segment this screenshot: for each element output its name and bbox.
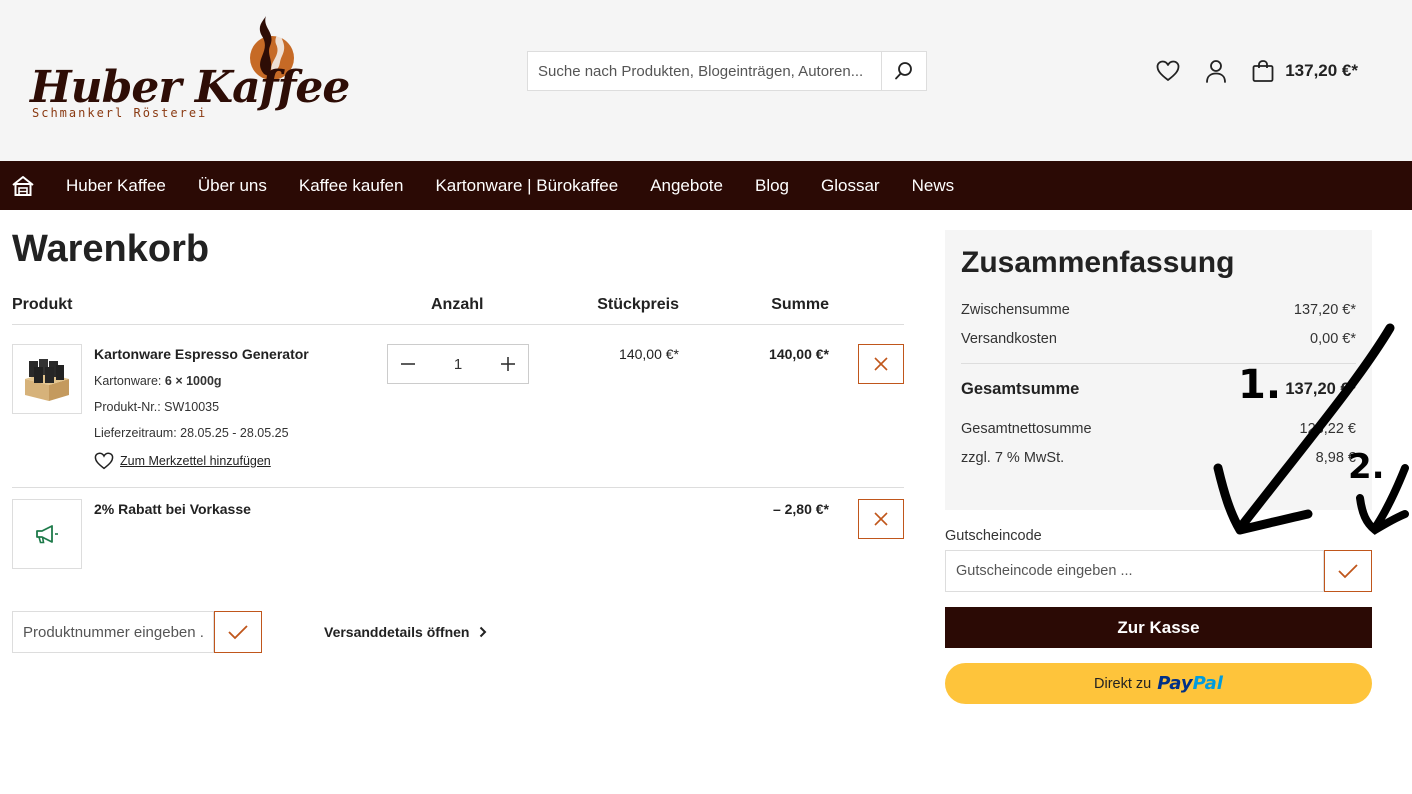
paypal-logo: PayPal	[1157, 673, 1223, 694]
nav-item-news[interactable]: News	[896, 176, 971, 196]
discount-name: 2% Rabatt bei Vorkasse	[94, 501, 251, 517]
tax-label: zzgl. 7 % MwSt.	[961, 450, 1065, 466]
line-total: 140,00 €*	[769, 346, 829, 362]
grand-total-label: Gesamtsumme	[961, 380, 1080, 398]
shipping-label: Versandkosten	[961, 331, 1057, 347]
nav-item-glossar[interactable]: Glossar	[805, 176, 896, 196]
coupon-label: Gutscheincode	[945, 528, 1042, 544]
product-sku: Produkt-Nr.: SW10035	[94, 400, 220, 414]
chevron-right-icon	[480, 626, 487, 638]
shipping-details-link[interactable]: Versanddetails öffnen	[324, 624, 487, 640]
heart-icon	[1156, 60, 1180, 81]
nav-item-huber-kaffee[interactable]: Huber Kaffee	[46, 176, 182, 196]
cart-total: 137,20 €*	[1285, 61, 1358, 80]
column-header-unit-price: Stückpreis	[597, 296, 679, 313]
close-icon	[874, 512, 888, 526]
cart-table-header: Produkt Anzahl Stückpreis Summe	[12, 296, 904, 325]
search-input[interactable]	[528, 52, 881, 90]
unit-price: 140,00 €*	[619, 346, 679, 362]
column-header-quantity: Anzahl	[431, 296, 484, 313]
search-button[interactable]	[881, 52, 926, 90]
search-icon	[895, 62, 912, 80]
product-variant: Kartonware: 6 × 1000g	[94, 374, 222, 388]
wishlist-button[interactable]	[1155, 56, 1181, 86]
shipping-details-label: Versanddetails öffnen	[324, 624, 470, 640]
nav-item-kartonware[interactable]: Kartonware | Bürokaffee	[419, 176, 634, 196]
delivery-period: Lieferzeitraum: 28.05.25 - 28.05.25	[94, 426, 289, 440]
logo[interactable]: Huber Kaffee Schmankerl Rösterei	[28, 14, 350, 124]
coupon-input[interactable]	[945, 550, 1324, 592]
product-name[interactable]: Kartonware Espresso Generator	[94, 346, 309, 362]
column-header-total: Summe	[771, 296, 829, 313]
discount-thumbnail	[12, 499, 82, 569]
page-title: Warenkorb	[12, 228, 210, 270]
shipping-value: 0,00 €*	[1310, 331, 1356, 347]
subtotal-value: 137,20 €*	[1293, 302, 1356, 318]
nav-item-kaffee-kaufen[interactable]: Kaffee kaufen	[283, 176, 420, 196]
increase-quantity-button[interactable]	[488, 345, 528, 383]
summary-title: Zusammenfassung	[961, 246, 1235, 279]
tax-value: 8,98 €	[1315, 450, 1356, 466]
variant-value: 6 × 1000g	[164, 374, 222, 388]
header-actions: 137,20 €*	[1155, 56, 1358, 86]
net-total-label: Gesamtnettosumme	[961, 421, 1092, 437]
subtotal-label: Zwischensumme	[961, 302, 1070, 318]
home-button[interactable]	[0, 161, 46, 210]
add-to-wishlist-link[interactable]: Zum Merkzettel hinzufügen	[94, 452, 271, 470]
product-box-image	[25, 359, 69, 401]
nav-item-ueber-uns[interactable]: Über uns	[182, 176, 283, 196]
megaphone-icon	[36, 525, 58, 544]
net-total-value: 128,22 €	[1299, 421, 1356, 437]
cart-line-item: Kartonware Espresso Generator Kartonware…	[12, 326, 904, 488]
checkmark-icon	[228, 625, 248, 640]
add-product-by-number-form	[12, 611, 262, 653]
quantity-stepper: 1	[387, 344, 529, 384]
home-icon	[12, 175, 34, 196]
nav-item-blog[interactable]: Blog	[739, 176, 805, 196]
cart-discount-item: 2% Rabatt bei Vorkasse – 2,80 €*	[12, 489, 904, 579]
checkmark-icon	[1338, 564, 1358, 579]
discount-total: – 2,80 €*	[772, 501, 829, 517]
remove-discount-button[interactable]	[858, 499, 904, 539]
account-button[interactable]	[1203, 56, 1229, 86]
subtotal-row: Zwischensumme 137,20 €*	[961, 302, 1356, 318]
shopping-bag-icon	[1252, 60, 1274, 82]
search-bar	[527, 51, 927, 91]
quantity-value[interactable]: 1	[454, 356, 462, 373]
main-navigation: Huber Kaffee Über uns Kaffee kaufen Kart…	[0, 161, 1412, 210]
minus-icon	[401, 363, 415, 365]
paypal-express-button[interactable]: Direkt zu PayPal	[945, 663, 1372, 704]
user-icon	[1206, 60, 1227, 83]
tax-row: zzgl. 7 % MwSt. 8,98 €	[961, 450, 1356, 466]
site-header: Huber Kaffee Schmankerl Rösterei Suche n…	[0, 0, 1412, 161]
logo-subtitle: Schmankerl Rösterei	[32, 106, 208, 120]
add-product-submit-button[interactable]	[214, 611, 262, 653]
close-icon	[874, 357, 888, 371]
summary-divider	[961, 363, 1356, 364]
cart-button[interactable]: 137,20 €*	[1251, 59, 1358, 83]
plus-icon	[501, 357, 515, 371]
checkout-button[interactable]: Zur Kasse	[945, 607, 1372, 648]
paypal-prefix: Direkt zu	[1094, 675, 1152, 692]
heart-icon	[94, 452, 114, 470]
decrease-quantity-button[interactable]	[388, 345, 428, 383]
net-total-row: Gesamtnettosumme 128,22 €	[961, 421, 1356, 437]
grand-total-value: 137,20 €*	[1285, 380, 1356, 398]
wishlist-link-label: Zum Merkzettel hinzufügen	[120, 454, 271, 468]
nav-item-angebote[interactable]: Angebote	[634, 176, 739, 196]
grand-total-row: Gesamtsumme 137,20 €*	[961, 380, 1356, 399]
product-thumbnail[interactable]	[12, 344, 82, 414]
column-header-product: Produkt	[12, 296, 73, 313]
coupon-submit-button[interactable]	[1324, 550, 1372, 592]
product-number-input[interactable]	[12, 611, 214, 653]
order-summary: Zusammenfassung Zwischensumme 137,20 €* …	[945, 230, 1372, 510]
variant-label: Kartonware:	[94, 374, 162, 388]
shipping-row: Versandkosten 0,00 €*	[961, 331, 1356, 347]
coupon-form	[945, 550, 1372, 592]
remove-item-button[interactable]	[858, 344, 904, 384]
